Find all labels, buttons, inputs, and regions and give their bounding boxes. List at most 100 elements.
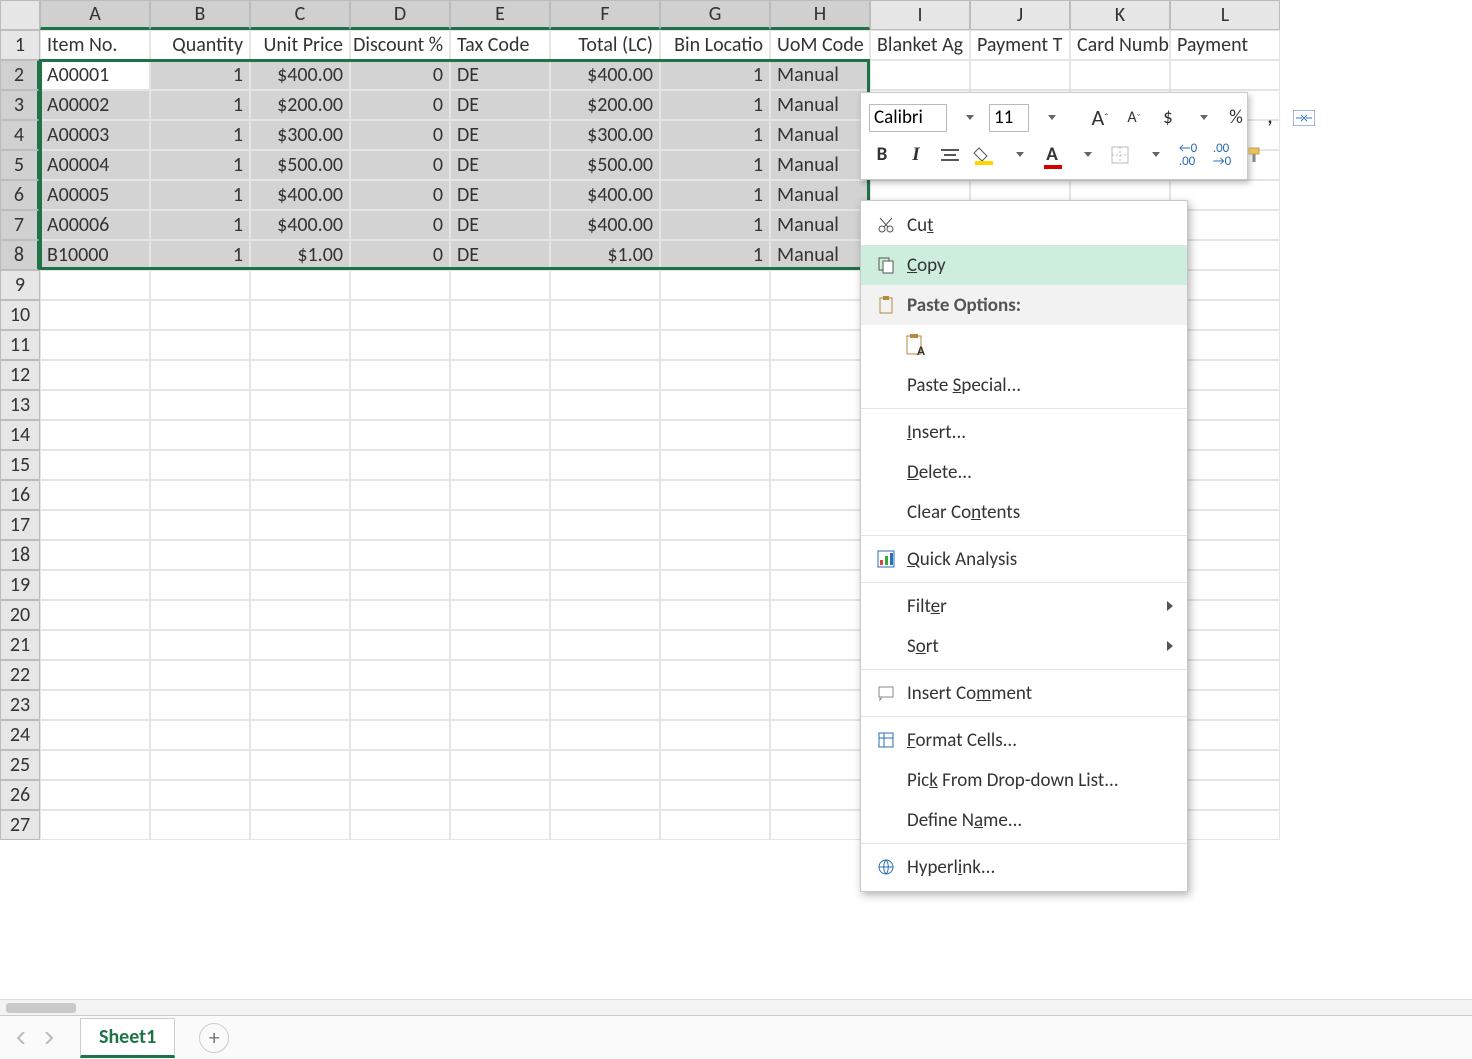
cell-H16[interactable]: [770, 480, 870, 510]
cell-A25[interactable]: [40, 750, 150, 780]
ctx-sort[interactable]: Sort: [861, 626, 1187, 666]
cell-H24[interactable]: [770, 720, 870, 750]
row-header-26[interactable]: 26: [0, 780, 40, 810]
cell-C25[interactable]: [250, 750, 350, 780]
cell-G11[interactable]: [660, 330, 770, 360]
cell-E13[interactable]: [450, 390, 550, 420]
cell-H15[interactable]: [770, 450, 870, 480]
cell-D20[interactable]: [350, 600, 450, 630]
cell-E10[interactable]: [450, 300, 550, 330]
cell-E1[interactable]: Tax Code: [450, 30, 550, 60]
fill-color-dropdown[interactable]: [1005, 141, 1031, 169]
cell-G3[interactable]: 1: [660, 90, 770, 120]
cell-C24[interactable]: [250, 720, 350, 750]
cell-C9[interactable]: [250, 270, 350, 300]
ctx-pick-from-list[interactable]: Pick From Drop-down List...: [861, 760, 1187, 800]
cell-A10[interactable]: [40, 300, 150, 330]
cell-A13[interactable]: [40, 390, 150, 420]
column-header-C[interactable]: C: [250, 0, 350, 30]
accounting-format-dropdown[interactable]: [1189, 104, 1215, 132]
cell-D16[interactable]: [350, 480, 450, 510]
row-header-21[interactable]: 21: [0, 630, 40, 660]
bold-button[interactable]: B: [869, 141, 895, 169]
cell-C18[interactable]: [250, 540, 350, 570]
decrease-font-icon[interactable]: Aˇ: [1121, 104, 1147, 132]
cell-B24[interactable]: [150, 720, 250, 750]
cell-C14[interactable]: [250, 420, 350, 450]
cell-D21[interactable]: [350, 630, 450, 660]
cell-E21[interactable]: [450, 630, 550, 660]
cell-B8[interactable]: 1: [150, 240, 250, 270]
cell-A5[interactable]: A00004: [40, 150, 150, 180]
cell-C23[interactable]: [250, 690, 350, 720]
cell-B10[interactable]: [150, 300, 250, 330]
cell-C27[interactable]: [250, 810, 350, 840]
column-header-F[interactable]: F: [550, 0, 660, 30]
cell-C8[interactable]: $1.00: [250, 240, 350, 270]
cell-E5[interactable]: DE: [450, 150, 550, 180]
cell-C12[interactable]: [250, 360, 350, 390]
ctx-delete[interactable]: Delete...: [861, 452, 1187, 492]
cell-C7[interactable]: $400.00: [250, 210, 350, 240]
cell-H26[interactable]: [770, 780, 870, 810]
cell-A6[interactable]: A00005: [40, 180, 150, 210]
cell-B16[interactable]: [150, 480, 250, 510]
cell-A12[interactable]: [40, 360, 150, 390]
cell-D2[interactable]: 0: [350, 60, 450, 90]
cell-B7[interactable]: 1: [150, 210, 250, 240]
cell-A14[interactable]: [40, 420, 150, 450]
cell-B17[interactable]: [150, 510, 250, 540]
format-painter-button[interactable]: [1243, 141, 1269, 169]
cell-G1[interactable]: Bin Locatio: [660, 30, 770, 60]
cell-H22[interactable]: [770, 660, 870, 690]
cell-D13[interactable]: [350, 390, 450, 420]
row-header-7[interactable]: 7: [0, 210, 40, 240]
ctx-copy[interactable]: Copy: [861, 245, 1187, 285]
cell-H27[interactable]: [770, 810, 870, 840]
accounting-format-button[interactable]: $: [1155, 104, 1181, 132]
cell-D15[interactable]: [350, 450, 450, 480]
cell-F11[interactable]: [550, 330, 660, 360]
cell-G16[interactable]: [660, 480, 770, 510]
cell-G24[interactable]: [660, 720, 770, 750]
cell-E20[interactable]: [450, 600, 550, 630]
cell-C3[interactable]: $200.00: [250, 90, 350, 120]
row-header-27[interactable]: 27: [0, 810, 40, 840]
cell-C2[interactable]: $400.00: [250, 60, 350, 90]
cell-B22[interactable]: [150, 660, 250, 690]
cell-G5[interactable]: 1: [660, 150, 770, 180]
cell-A1[interactable]: Item No.: [40, 30, 150, 60]
cell-A4[interactable]: A00003: [40, 120, 150, 150]
cell-F20[interactable]: [550, 600, 660, 630]
cell-E15[interactable]: [450, 450, 550, 480]
cell-D24[interactable]: [350, 720, 450, 750]
add-sheet-button[interactable]: +: [199, 1023, 229, 1053]
cell-D11[interactable]: [350, 330, 450, 360]
cell-C5[interactable]: $500.00: [250, 150, 350, 180]
cell-G26[interactable]: [660, 780, 770, 810]
cell-G14[interactable]: [660, 420, 770, 450]
italic-button[interactable]: I: [903, 141, 929, 169]
cell-A16[interactable]: [40, 480, 150, 510]
cell-C22[interactable]: [250, 660, 350, 690]
cell-B2[interactable]: 1: [150, 60, 250, 90]
cell-F8[interactable]: $1.00: [550, 240, 660, 270]
cell-I2[interactable]: [870, 60, 970, 90]
row-header-11[interactable]: 11: [0, 330, 40, 360]
cell-A26[interactable]: [40, 780, 150, 810]
cell-H19[interactable]: [770, 570, 870, 600]
row-header-25[interactable]: 25: [0, 750, 40, 780]
row-header-24[interactable]: 24: [0, 720, 40, 750]
cell-D18[interactable]: [350, 540, 450, 570]
cell-H11[interactable]: [770, 330, 870, 360]
comma-format-button[interactable]: ,: [1257, 104, 1283, 132]
row-header-19[interactable]: 19: [0, 570, 40, 600]
font-color-button[interactable]: A: [1039, 141, 1065, 169]
cell-H3[interactable]: Manual: [770, 90, 870, 120]
row-header-17[interactable]: 17: [0, 510, 40, 540]
cell-A17[interactable]: [40, 510, 150, 540]
decrease-decimal-button[interactable]: .00→0: [1209, 141, 1235, 169]
row-header-4[interactable]: 4: [0, 120, 40, 150]
cell-F6[interactable]: $400.00: [550, 180, 660, 210]
cell-F1[interactable]: Total (LC): [550, 30, 660, 60]
